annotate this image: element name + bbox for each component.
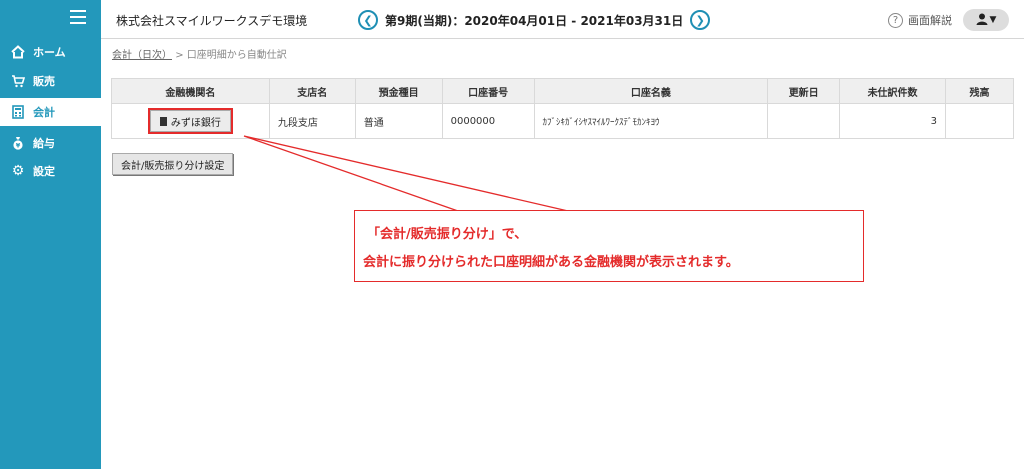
callout-line-1: 「会計/販売振り分け」で、: [367, 227, 528, 242]
annotation-callout: 「会計/販売振り分け」で、 会計に振り分けられた口座明細がある金融機関が表示され…: [354, 210, 864, 282]
callout-line-2: 会計に振り分けられた口座明細がある金融機関が表示されます。: [363, 255, 739, 270]
